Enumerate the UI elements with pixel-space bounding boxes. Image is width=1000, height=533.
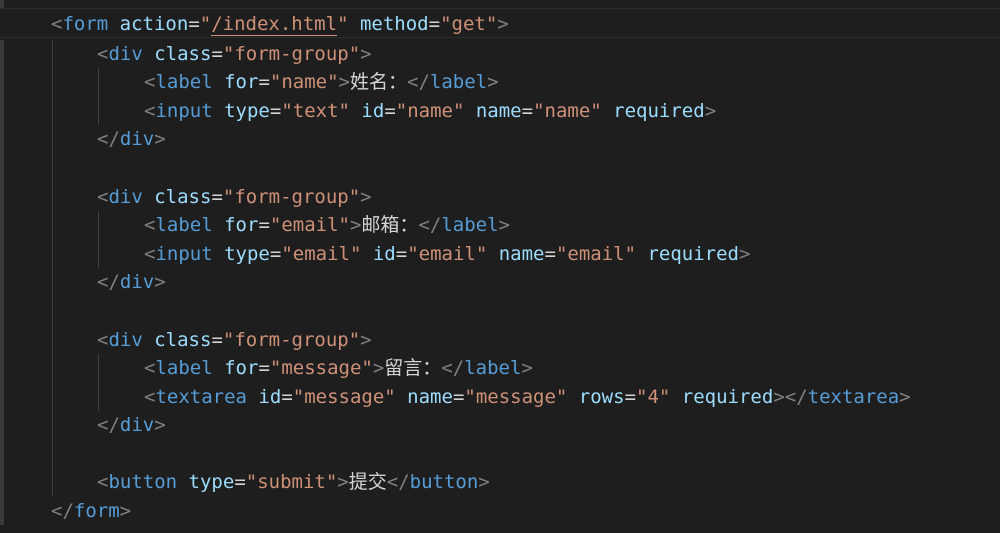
code-line-form-close[interactable]: </form> [51,497,131,525]
code-line-label-email[interactable]: <label for="email">邮箱：</label> [144,211,510,239]
code-line-label-name[interactable]: <label for="name">姓名：</label> [144,68,499,96]
code-line-div-open[interactable]: <div class="form-group"> [97,183,372,211]
indent-guide-div-name [98,68,99,125]
code-editor[interactable]: <form action="/index.html" method="get">… [0,0,1000,533]
indent-guide-div-message [98,354,99,411]
gutter-marker-top [0,0,4,8]
code-line-button[interactable]: <button type="submit">提交</button> [97,468,490,496]
indent-guide-form [52,40,53,496]
code-line-div-close[interactable]: </div> [97,125,166,153]
code-line-form-open[interactable]: <form action="/index.html" method="get"> [51,10,509,38]
code-line-label-message[interactable]: <label for="message">留言：</label> [144,354,533,382]
indent-guide-div-email [98,211,99,268]
code-line-textarea[interactable]: <textarea id="message" name="message" ro… [144,383,911,411]
code-line-div-open[interactable]: <div class="form-group"> [97,40,372,68]
code-line-div-close[interactable]: </div> [97,411,166,439]
gutter-marker [0,40,4,525]
code-line-input-name[interactable]: <input type="text" id="name" name="name"… [144,97,716,125]
action-url: /index.html [211,13,338,36]
code-line-div-open[interactable]: <div class="form-group"> [97,326,372,354]
code-line-div-close[interactable]: </div> [97,268,166,296]
code-line-input-email[interactable]: <input type="email" id="email" name="ema… [144,240,750,268]
